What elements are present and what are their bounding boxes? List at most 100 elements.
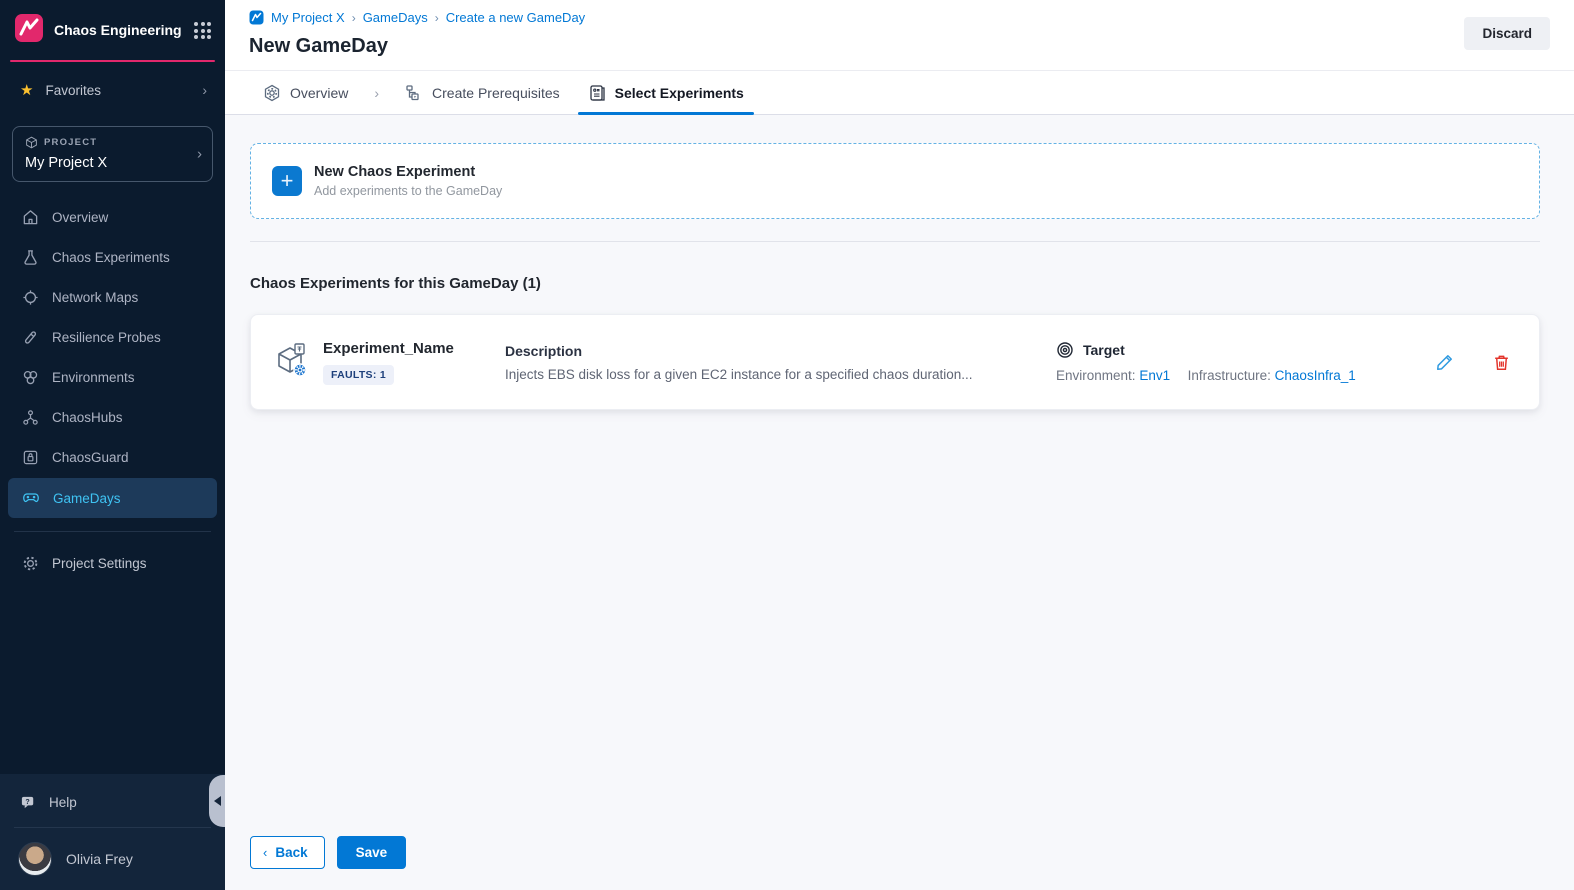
- main-area: My Project X › GameDays › Create a new G…: [225, 0, 1574, 890]
- probe-icon: [22, 329, 39, 346]
- back-button[interactable]: ‹ Back: [250, 836, 325, 869]
- environment-label: Environment:: [1056, 368, 1136, 383]
- sidebar-divider: [14, 531, 211, 532]
- help-button[interactable]: ? Help: [0, 780, 225, 823]
- chevron-right-icon: ›: [202, 82, 207, 98]
- sidebar-item-label: Overview: [52, 210, 108, 225]
- gear-icon: [22, 555, 39, 572]
- project-selector[interactable]: PROJECT My Project X ›: [12, 126, 213, 182]
- pencil-icon: [1435, 353, 1454, 372]
- faults-badge: FAULTS: 1: [323, 365, 394, 385]
- sidebar-item-label: ChaosHubs: [52, 410, 123, 425]
- experiment-row: Experiment_Name FAULTS: 1 Description In…: [250, 314, 1540, 410]
- sidebar-item-overview[interactable]: Overview: [8, 198, 217, 237]
- hub-icon: [22, 409, 39, 426]
- tab-overview[interactable]: Overview: [249, 71, 362, 114]
- sidebar-header: Chaos Engineering: [0, 0, 225, 60]
- tab-content: + New Chaos Experiment Add experiments t…: [225, 115, 1574, 410]
- sidebar-item-label: ChaosGuard: [52, 450, 129, 465]
- infrastructure-link[interactable]: ChaosInfra_1: [1275, 368, 1356, 383]
- experiment-icon-wrap: [271, 340, 323, 385]
- breadcrumb-create-gameday[interactable]: Create a new GameDay: [446, 10, 585, 25]
- sidebar-item-label: GameDays: [53, 491, 121, 506]
- experiment-target-col: Target Environment: Env1 Infrastructure:…: [1056, 341, 1421, 383]
- discard-button[interactable]: Discard: [1464, 17, 1550, 50]
- help-chat-icon: ?: [20, 794, 37, 811]
- sidebar-item-chaos-experiments[interactable]: Chaos Experiments: [8, 238, 217, 277]
- harness-logo-icon: [14, 13, 44, 48]
- sidebar-item-environments[interactable]: Environments: [8, 358, 217, 397]
- breadcrumb: My Project X › GameDays › Create a new G…: [249, 10, 1550, 25]
- sidebar-item-label: Network Maps: [52, 290, 138, 305]
- project-label-row: PROJECT: [25, 136, 200, 149]
- new-chaos-experiment-button[interactable]: + New Chaos Experiment Add experiments t…: [250, 143, 1540, 219]
- edit-experiment-button[interactable]: [1431, 349, 1458, 376]
- sidebar-item-chaoshubs[interactable]: ChaosHubs: [8, 398, 217, 437]
- network-maps-icon: [22, 289, 39, 306]
- description-label: Description: [505, 343, 1026, 359]
- sidebar-bottom: ? Help Olivia Frey: [0, 774, 225, 890]
- tab-label: Overview: [290, 85, 348, 101]
- sidebar-item-project-settings[interactable]: Project Settings: [0, 544, 225, 583]
- svg-text:?: ?: [25, 798, 29, 806]
- environments-icon: [22, 369, 39, 386]
- wizard-tabs: Overview › Create Prerequisites Select E…: [225, 71, 1574, 115]
- sidebar-item-label: Chaos Experiments: [52, 250, 170, 265]
- chevron-right-icon: ›: [435, 11, 439, 25]
- experiments-section-title: Chaos Experiments for this GameDay (1): [250, 275, 1540, 292]
- content-divider: [250, 241, 1540, 242]
- cube-icon: [25, 136, 38, 149]
- user-name: Olivia Frey: [66, 851, 133, 867]
- delete-experiment-button[interactable]: [1488, 349, 1515, 376]
- sidebar: Chaos Engineering ★ Favorites › PROJECT …: [0, 0, 225, 890]
- experiments-tab-icon: [588, 84, 606, 102]
- collapse-arrow-icon: [214, 796, 221, 806]
- app-title: Chaos Engineering: [54, 22, 184, 38]
- add-box-title: New Chaos Experiment: [314, 164, 502, 180]
- sidebar-item-resilience-probes[interactable]: Resilience Probes: [8, 318, 217, 357]
- project-settings-label: Project Settings: [52, 556, 147, 571]
- tab-chevron-icon: ›: [362, 71, 391, 114]
- back-label: Back: [275, 845, 307, 860]
- project-name: My Project X: [25, 155, 200, 171]
- save-button[interactable]: Save: [337, 836, 407, 869]
- sidebar-favorites[interactable]: ★ Favorites ›: [0, 62, 225, 112]
- tab-select-experiments[interactable]: Select Experiments: [574, 71, 758, 114]
- sidebar-nav: Overview Chaos Experiments Network Maps …: [0, 198, 225, 519]
- user-menu[interactable]: Olivia Frey: [0, 832, 225, 880]
- guard-icon: [22, 449, 39, 466]
- target-icon: [1056, 341, 1074, 359]
- chevron-right-icon: ›: [197, 146, 202, 163]
- favorites-label: Favorites: [45, 83, 101, 98]
- chevron-left-icon: ‹: [263, 845, 267, 860]
- target-header: Target: [1056, 341, 1421, 359]
- home-icon: [22, 209, 39, 226]
- harness-crumb-icon: [249, 10, 264, 25]
- sidebar-item-network-maps[interactable]: Network Maps: [8, 278, 217, 317]
- gamepad-icon: [22, 489, 40, 507]
- star-icon: ★: [20, 83, 33, 98]
- experiment-actions: [1421, 349, 1521, 376]
- sidebar-collapse-handle[interactable]: [209, 775, 225, 827]
- experiment-name-col: Experiment_Name FAULTS: 1: [323, 340, 505, 385]
- sidebar-item-label: Resilience Probes: [52, 330, 161, 345]
- target-label: Target: [1083, 342, 1125, 358]
- page-title: New GameDay: [249, 35, 1550, 58]
- add-box-subtitle: Add experiments to the GameDay: [314, 184, 502, 198]
- app-switcher-icon[interactable]: [194, 22, 211, 39]
- experiment-name: Experiment_Name: [323, 340, 505, 357]
- description-text: Injects EBS disk loss for a given EC2 in…: [505, 367, 1026, 382]
- environment-link[interactable]: Env1: [1139, 368, 1170, 383]
- tab-create-prerequisites[interactable]: Create Prerequisites: [391, 71, 574, 114]
- sidebar-user-divider: [14, 827, 211, 828]
- prerequisites-tab-icon: [405, 84, 423, 102]
- breadcrumb-project[interactable]: My Project X: [271, 10, 345, 25]
- sidebar-item-label: Environments: [52, 370, 135, 385]
- sidebar-item-gamedays[interactable]: GameDays: [8, 478, 217, 518]
- help-label: Help: [49, 795, 77, 810]
- plus-icon: +: [272, 166, 302, 196]
- flask-icon: [22, 249, 39, 266]
- breadcrumb-gamedays[interactable]: GameDays: [363, 10, 428, 25]
- sidebar-item-chaosguard[interactable]: ChaosGuard: [8, 438, 217, 477]
- footer-actions: ‹ Back Save: [250, 836, 406, 869]
